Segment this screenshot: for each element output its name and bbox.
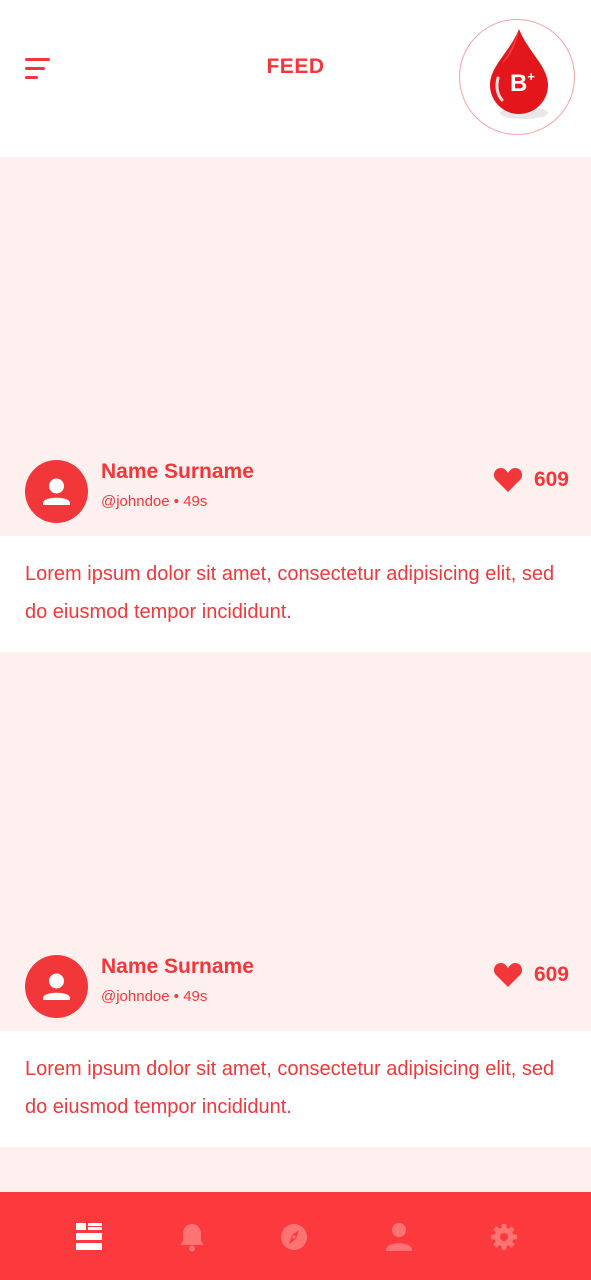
post-text: Lorem ipsum dolor sit amet, consectetur … [25, 1058, 555, 1118]
avatar[interactable] [25, 460, 88, 523]
person-icon [386, 1223, 412, 1251]
bell-icon [180, 1224, 204, 1252]
blood-type-label: B+ [510, 69, 535, 97]
app-header: FEED B+ [0, 0, 591, 157]
avatar[interactable] [25, 955, 88, 1018]
heart-icon [493, 468, 523, 492]
post-author-name[interactable]: Name Surname [101, 460, 254, 484]
blood-type-sign: + [527, 69, 535, 84]
post-author-name[interactable]: Name Surname [101, 955, 254, 979]
post-body: Lorem ipsum dolor sit amet, consectetur … [0, 1031, 591, 1147]
user-avatar-icon [43, 478, 70, 505]
blood-type-badge[interactable]: B+ [459, 19, 575, 135]
next-post-image-placeholder[interactable] [0, 1147, 591, 1192]
blood-type-letter: B [510, 70, 528, 97]
post-author-meta: @johndoe • 49s [101, 493, 208, 510]
post-author-meta: @johndoe • 49s [101, 988, 208, 1005]
post-body: Lorem ipsum dolor sit amet, consectetur … [0, 536, 591, 652]
nav-item-notifications[interactable] [174, 1219, 210, 1255]
user-avatar-icon [43, 973, 70, 1000]
compass-icon [281, 1224, 307, 1250]
heart-icon [493, 963, 523, 987]
nav-item-explore[interactable] [276, 1219, 312, 1255]
like-count: 609 [533, 468, 569, 491]
nav-item-feed[interactable] [71, 1219, 107, 1255]
like-count: 609 [533, 963, 569, 986]
gear-icon [491, 1224, 517, 1250]
post-text: Lorem ipsum dolor sit amet, consectetur … [25, 563, 555, 623]
feed-icon [76, 1223, 102, 1250]
like-button[interactable] [493, 467, 523, 493]
bottom-navigation [0, 1192, 591, 1280]
nav-item-settings[interactable] [486, 1219, 522, 1255]
like-button[interactable] [493, 962, 523, 988]
nav-item-profile[interactable] [381, 1219, 417, 1255]
